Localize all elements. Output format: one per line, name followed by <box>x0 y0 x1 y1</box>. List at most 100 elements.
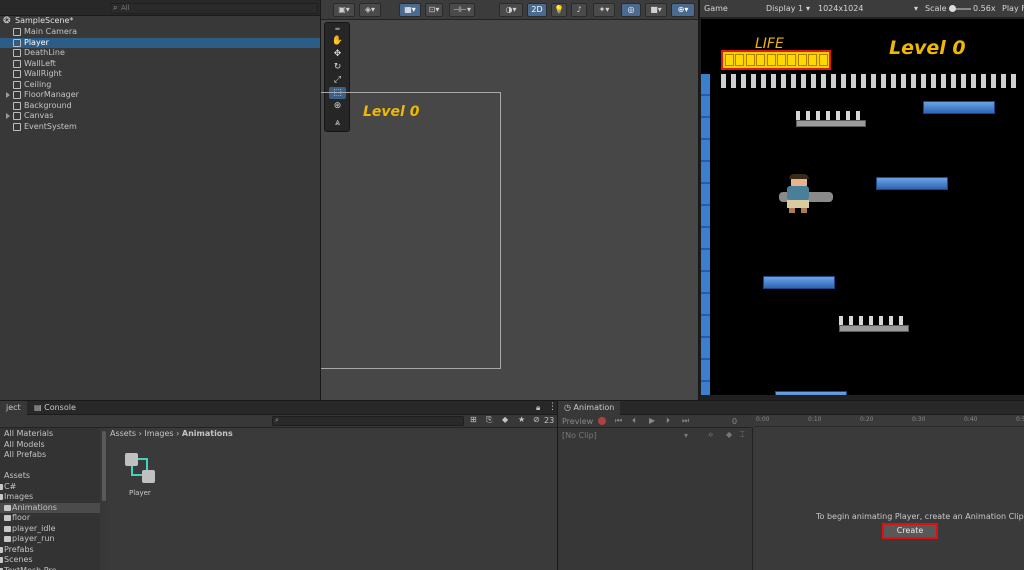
draw-mode-dropdown[interactable]: ▣▾ <box>333 3 355 17</box>
hierarchy-item[interactable]: FloorManager <box>0 90 320 101</box>
tree-scrollbar[interactable] <box>102 431 106 501</box>
tab-animation[interactable]: ◷ Animation <box>558 401 621 415</box>
favorites-icon[interactable]: ★ <box>518 415 525 424</box>
scale-tool-icon[interactable]: ⤢ <box>329 74 346 86</box>
tree-item[interactable]: ⌕All Prefabs <box>0 450 100 461</box>
tree-item[interactable]: ⌕All Materials <box>0 429 100 440</box>
last-keyframe-icon[interactable]: ⏭ <box>682 416 689 426</box>
breadcrumb-item[interactable]: Assets <box>110 429 136 438</box>
resolution-dropdown[interactable]: 1024x1024 <box>818 4 863 13</box>
tree-item-label: player_idle <box>12 523 56 533</box>
tree-item[interactable]: Scenes <box>0 555 100 566</box>
tab-console[interactable]: ▤ Console <box>28 401 82 415</box>
breadcrumb-item[interactable]: Images <box>144 429 173 438</box>
clip-dropdown[interactable]: [No Clip] <box>562 431 597 440</box>
tree-item[interactable]: C# <box>0 482 100 493</box>
tree-item[interactable]: player_run <box>0 534 100 545</box>
hierarchy-search-field[interactable]: ⌕ All <box>110 3 318 14</box>
hierarchy-item[interactable]: Background <box>0 101 320 112</box>
tree-item[interactable]: Prefabs <box>0 545 100 556</box>
lock-icon[interactable]: 🔒︎ <box>536 403 540 413</box>
play-focused-dropdown[interactable]: Play F <box>1002 4 1024 13</box>
breadcrumb-separator-icon: › <box>173 429 182 438</box>
hierarchy-item[interactable]: Player <box>0 37 320 48</box>
game-tab-dropdown[interactable]: Game <box>704 4 728 13</box>
tree-item[interactable] <box>0 461 100 472</box>
rotate-tool-icon[interactable]: ↻ <box>329 61 346 73</box>
hierarchy-item[interactable]: WallLeft <box>0 59 320 70</box>
game-render[interactable]: LIFE Level 0 <box>701 19 1024 395</box>
gizmo-dropdown[interactable]: ◈▾ <box>359 3 381 17</box>
player-sprite <box>779 174 833 214</box>
tree-item[interactable]: Assets <box>0 471 100 482</box>
ruler-tick-label: 0:40 <box>964 416 978 423</box>
first-keyframe-icon[interactable]: ⏮ <box>615 416 622 426</box>
hierarchy-item[interactable]: Ceiling <box>0 80 320 91</box>
record-button[interactable] <box>598 417 606 425</box>
folder-icon <box>4 536 11 542</box>
mode-2d-button[interactable]: 2D <box>527 3 547 17</box>
scale-slider-handle[interactable] <box>949 5 956 12</box>
tree-item[interactable]: ⌕All Models <box>0 440 100 451</box>
tree-item[interactable]: Animations <box>0 502 100 513</box>
increment-button[interactable]: ⊣⊢▾ <box>449 3 475 17</box>
add-event-icon[interactable]: ◆ <box>726 430 732 439</box>
tab-project[interactable]: ject <box>0 401 27 415</box>
grid-snap-button[interactable]: ▦▾ <box>399 3 421 17</box>
effects-dropdown[interactable]: ✦▾ <box>593 3 615 17</box>
camera-dropdown[interactable]: ■▾ <box>645 3 667 17</box>
project-search-field[interactable]: ⌕ <box>272 416 464 426</box>
add-event-marker-icon[interactable]: ⌶ <box>740 430 745 440</box>
game-toolbar: Game Display 1 ▾ 1024x1024 ▾ Scale 0.56x… <box>700 0 1024 18</box>
breadcrumb-item[interactable]: Animations <box>182 429 233 438</box>
asset-animator-controller[interactable]: Player <box>120 451 160 501</box>
tree-item-label: player_run <box>12 534 55 543</box>
play-icon[interactable]: ▶ <box>649 416 655 425</box>
life-bar <box>721 50 831 70</box>
audio-toggle[interactable]: ♪ <box>571 3 587 17</box>
shading-mode-dropdown[interactable]: ◑▾ <box>499 3 523 17</box>
life-segment <box>808 54 818 66</box>
search-by-label-icon[interactable]: ⎘ <box>486 415 492 425</box>
expand-arrow-icon[interactable] <box>6 92 10 98</box>
game-view: Game Display 1 ▾ 1024x1024 ▾ Scale 0.56x… <box>700 0 1024 400</box>
tree-item[interactable]: TextMesh Pro <box>0 566 100 570</box>
label-filter-icon[interactable]: ◆ <box>502 415 508 424</box>
hidden-objects-toggle[interactable]: ◎ <box>621 3 641 17</box>
tree-item[interactable]: player_idle <box>0 524 100 535</box>
clip-chevron-icon: ▾ <box>684 431 689 440</box>
prev-keyframe-icon[interactable]: ⏴ <box>632 416 636 426</box>
create-clip-button[interactable]: Create <box>882 523 938 539</box>
move-tool-icon[interactable]: ✥ <box>329 48 346 60</box>
animation-tabs: ◷ Animation <box>558 401 1024 415</box>
add-keyframe-icon[interactable]: ⟡ <box>708 430 713 440</box>
hierarchy-item[interactable]: Canvas <box>0 111 320 122</box>
animation-controls: Preview ⏮ ⏴ ▶ ⏵ ⏭ 0 <box>558 415 753 428</box>
dopesheet[interactable] <box>754 415 1024 570</box>
hand-tool-icon[interactable]: ✋ <box>329 35 346 47</box>
scene-root-row[interactable]: ❂ SampleScene* <box>0 16 320 27</box>
drag-handle-icon[interactable]: ═ <box>329 23 346 35</box>
tree-item[interactable]: Images <box>0 492 100 503</box>
expand-arrow-icon[interactable] <box>6 113 10 119</box>
next-keyframe-icon[interactable]: ⏵ <box>666 416 670 426</box>
kebab-menu-icon[interactable]: ⋮ <box>548 402 557 412</box>
scene-view[interactable]: ▣▾ ◈▾ ▦▾ ⊡▾ ⊣⊢▾ ◑▾ 2D 💡 ♪ ✦▾ ◎ ■▾ ⊕▾ ═ ✋… <box>321 0 698 400</box>
hierarchy-item[interactable]: Main Camera <box>0 27 320 38</box>
hierarchy-item-label: Player <box>24 37 49 47</box>
animation-properties: [No Clip] ▾ ⟡ ◆ ⌶ <box>558 428 753 570</box>
gizmos-dropdown[interactable]: ⊕▾ <box>671 3 695 17</box>
search-by-type-icon[interactable]: ⊞ <box>470 415 477 424</box>
timeline-ruler[interactable]: 0:00 0:10 0:20 0:30 0:40 0:50 <box>754 415 1024 427</box>
display-dropdown[interactable]: Display 1 <box>766 4 803 13</box>
hierarchy-item[interactable]: EventSystem <box>0 122 320 133</box>
preview-button[interactable]: Preview <box>562 417 593 426</box>
frame-field[interactable]: 0 <box>732 417 737 426</box>
hierarchy-search-placeholder: All <box>121 4 130 12</box>
snap-increment-button[interactable]: ⊡▾ <box>425 3 443 17</box>
lighting-toggle[interactable]: 💡 <box>551 3 567 17</box>
hierarchy-item[interactable]: DeathLine <box>0 48 320 59</box>
hidden-packages-icon[interactable]: ⊘ <box>533 415 540 424</box>
tree-item[interactable]: floor <box>0 513 100 524</box>
hierarchy-item[interactable]: WallRight <box>0 69 320 80</box>
